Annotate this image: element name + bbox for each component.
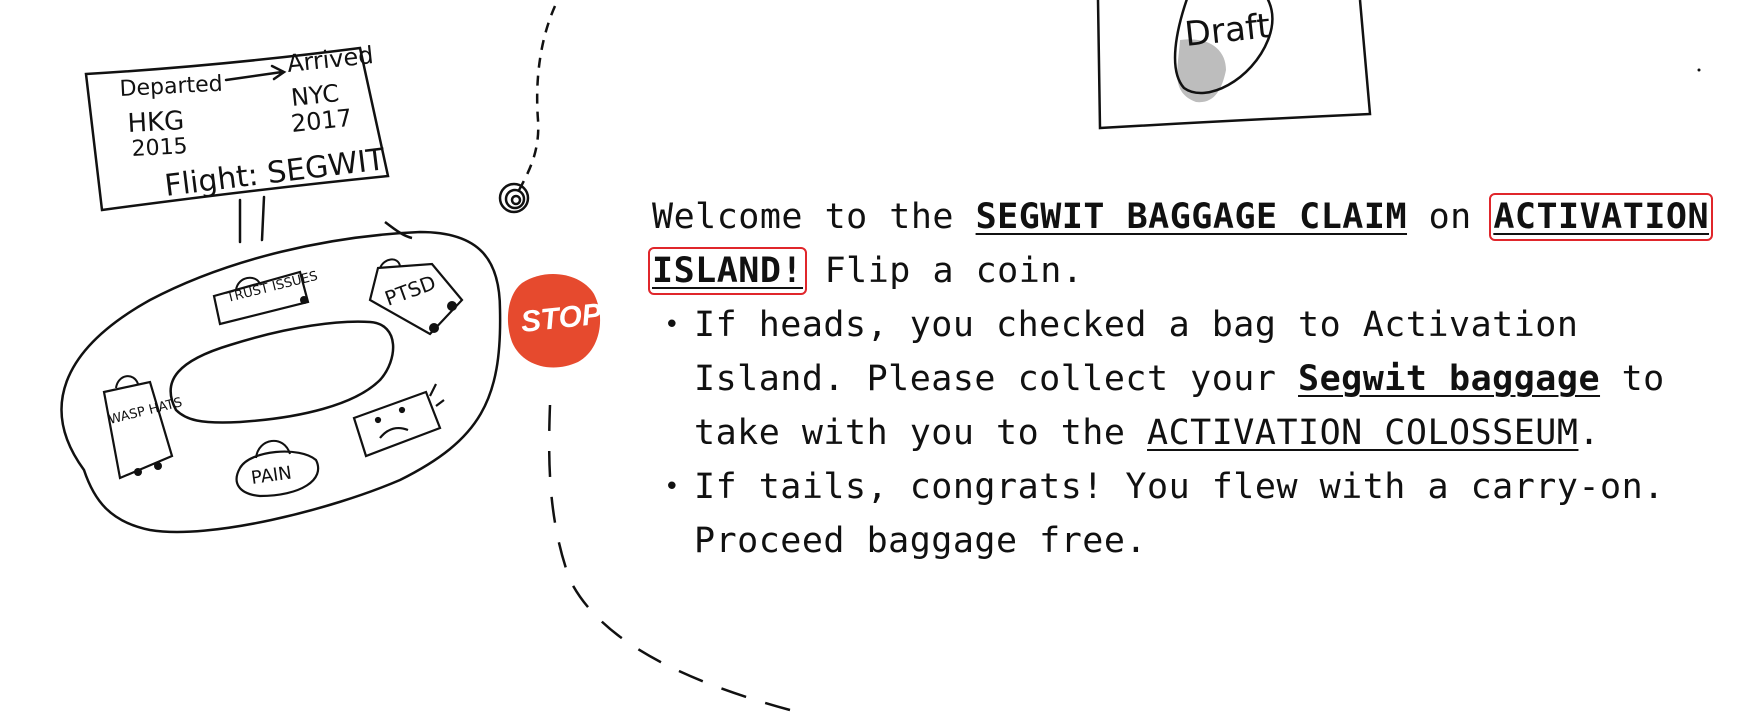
intro-text-2: on <box>1407 197 1494 237</box>
draft-label: Draft <box>1183 6 1272 55</box>
heads-text-c: . <box>1578 413 1601 453</box>
intro-text-3: Flip a coin. <box>803 251 1084 291</box>
sign-to-year: 2017 <box>290 104 354 138</box>
stop-sign-icon: STOP <box>507 274 604 368</box>
choice-list: • If heads, you checked a bag to Activati… <box>652 298 1712 568</box>
bullet-icon: • <box>664 310 681 340</box>
tails-text: If tails, congrats! You flew with a carr… <box>694 467 1665 561</box>
bag-ptsd: PTSD <box>368 258 464 336</box>
bag-pain: PAIN <box>235 439 320 498</box>
sign-departed: Departed <box>119 72 223 102</box>
link-segwit-baggage-claim[interactable]: SEGWIT BAGGAGE CLAIM <box>976 197 1407 237</box>
bullet-icon: • <box>664 472 681 502</box>
story-intro: Welcome to the SEGWIT BAGGAGE CLAIM on A… <box>647 190 1714 298</box>
choice-heads: • If heads, you checked a bag to Activati… <box>664 298 1712 460</box>
link-activation-island-part2[interactable]: ISLAND! <box>647 247 808 295</box>
sad-bag <box>352 383 445 458</box>
choice-tails: • If tails, congrats! You flew with a car… <box>664 460 1712 568</box>
flight-path-upper <box>516 5 557 193</box>
stray-dot <box>1697 68 1701 72</box>
link-segwit-baggage[interactable]: Segwit baggage <box>1298 359 1600 399</box>
sign-from-year: 2015 <box>131 134 188 162</box>
bag-trust-issues: TRUST ISSUES <box>212 269 319 326</box>
intro-text-1: Welcome to the <box>652 197 976 237</box>
swirl-mark <box>498 182 530 214</box>
sign-arrived: Arrived <box>286 41 375 78</box>
story-text: Welcome to the SEGWIT BAGGAGE CLAIM on A… <box>647 190 1714 568</box>
draft-frame: Draft <box>1096 0 1372 130</box>
sign-flight: Flight: SEGWIT <box>163 142 388 204</box>
link-activation-island-part1[interactable]: ACTIVATION <box>1489 193 1714 241</box>
link-activation-colosseum[interactable]: ACTIVATION COLOSSEUM <box>1147 413 1578 453</box>
